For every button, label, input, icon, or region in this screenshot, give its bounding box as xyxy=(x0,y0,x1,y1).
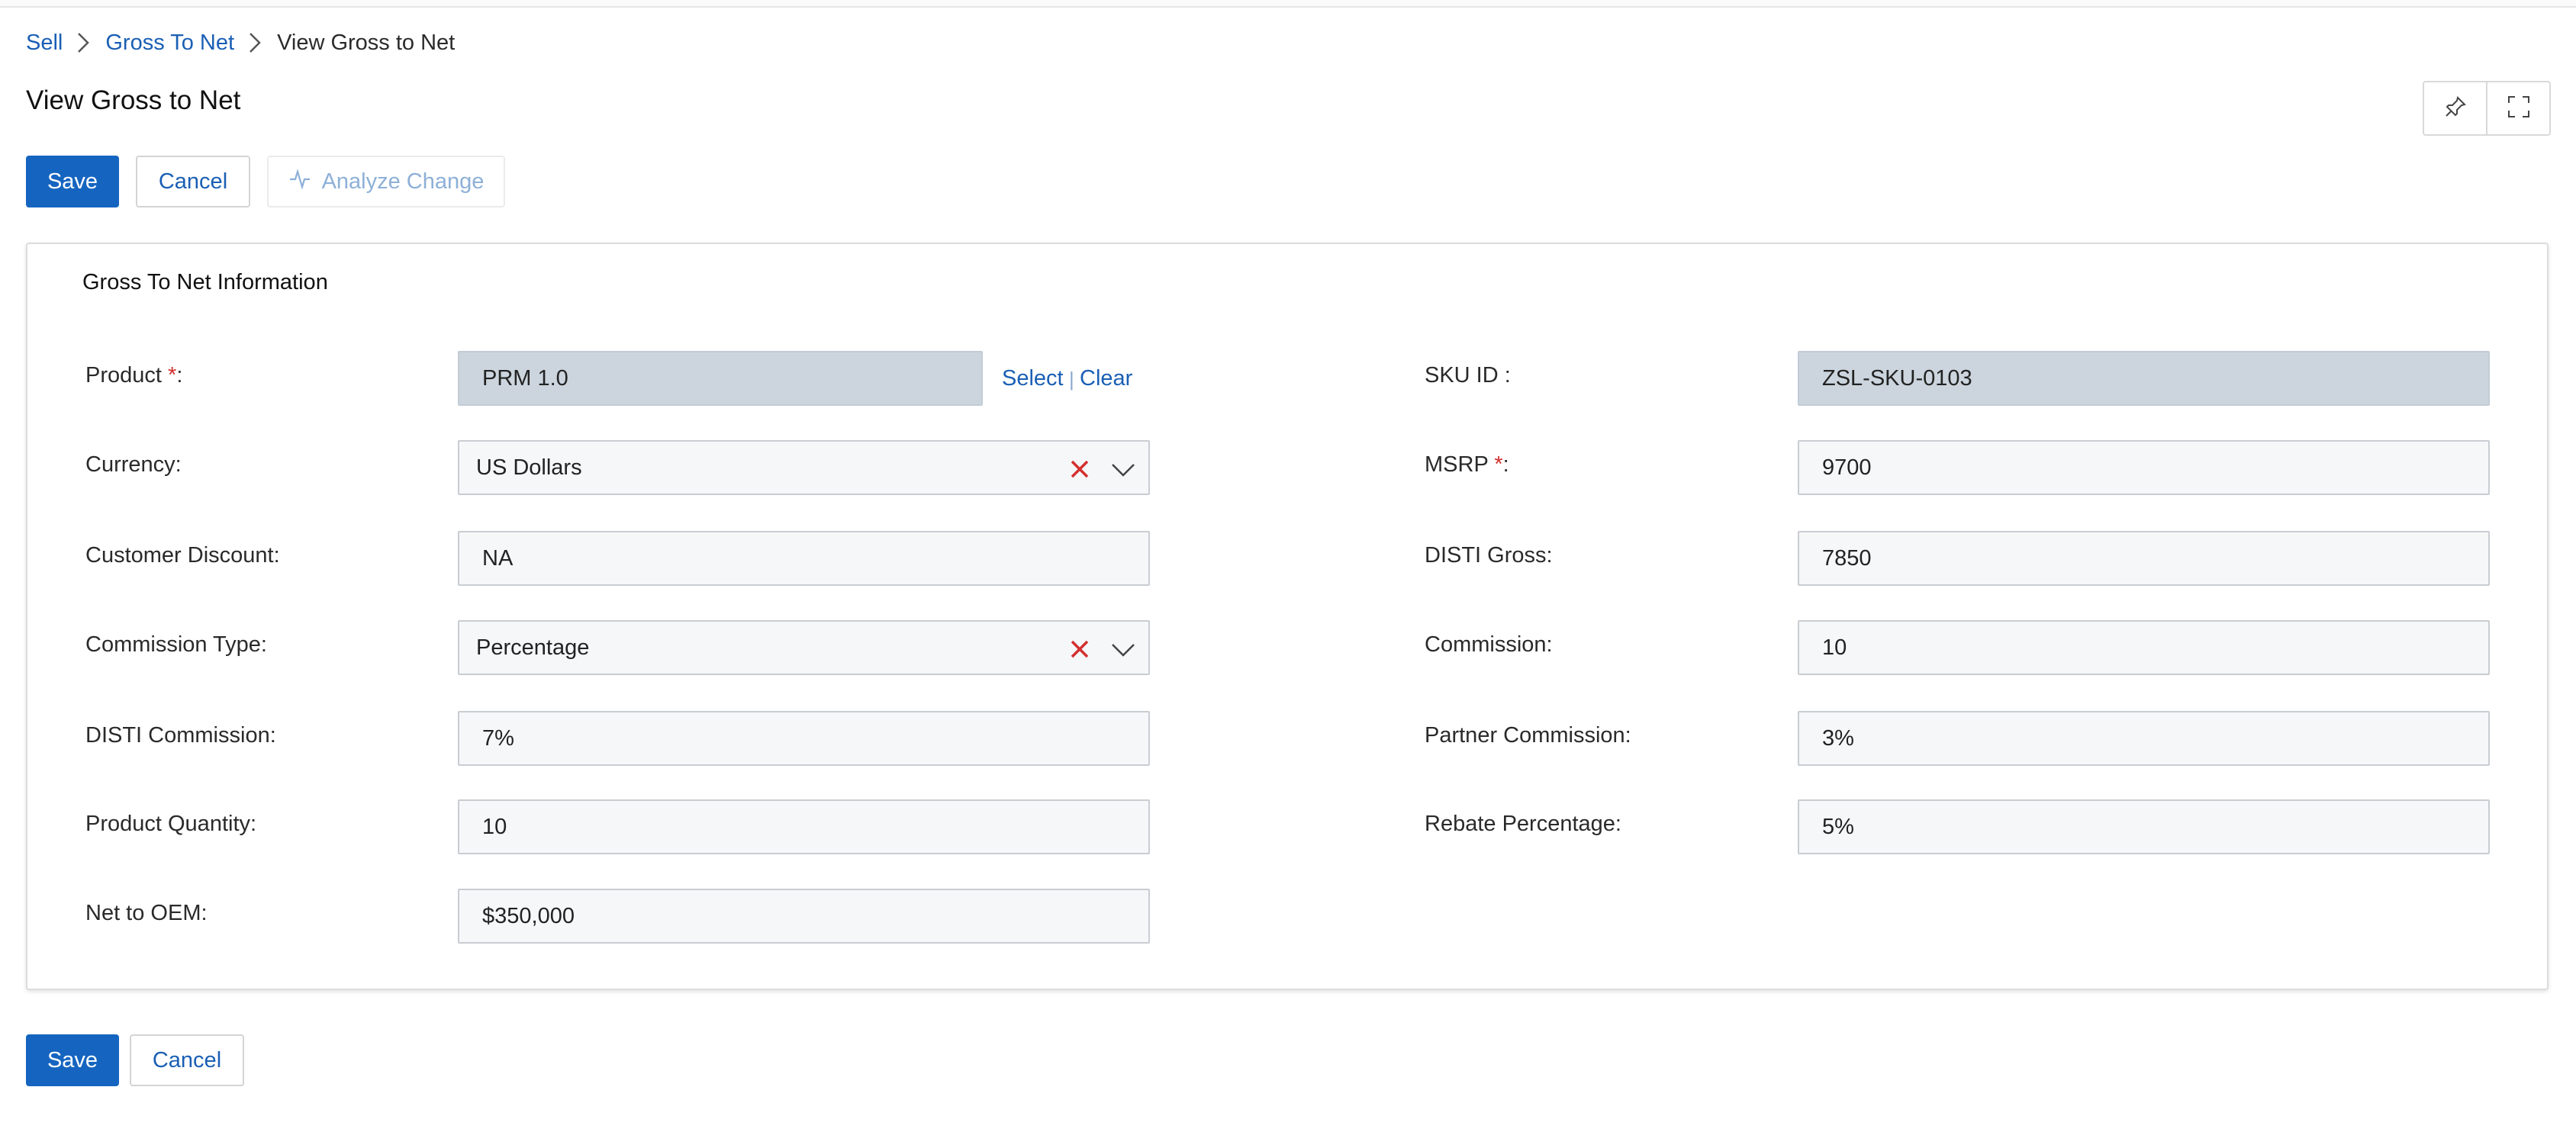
label-colon: : xyxy=(176,363,183,388)
customer-discount-field[interactable]: NA xyxy=(458,531,1150,586)
msrp-label-text: MSRP xyxy=(1425,452,1489,477)
commission-type-label: Commission Type: xyxy=(85,632,267,657)
sku-id-value: ZSL-SKU-0103 xyxy=(1822,365,1972,391)
section-title: Gross To Net Information xyxy=(82,270,328,294)
disti-gross-field[interactable]: 7850 xyxy=(1798,531,2490,586)
partner-commission-value: 3% xyxy=(1822,725,1854,751)
label-colon: : xyxy=(1502,452,1509,477)
analyze-change-button[interactable]: Analyze Change xyxy=(267,156,505,207)
disti-gross-value: 7850 xyxy=(1822,545,1872,571)
commission-field[interactable]: 10 xyxy=(1798,620,2490,675)
commission-type-select[interactable]: Percentage xyxy=(458,620,1150,675)
rebate-percentage-label: Rebate Percentage: xyxy=(1425,812,1621,836)
breadcrumb-link-sell[interactable]: Sell xyxy=(26,31,63,56)
footer-save-button[interactable]: Save xyxy=(26,1034,119,1086)
activity-icon xyxy=(288,167,322,196)
breadcrumb-current: View Gross to Net xyxy=(277,30,456,55)
commission-value: 10 xyxy=(1822,635,1847,660)
link-separator: | xyxy=(1069,368,1074,391)
customer-discount-value: NA xyxy=(482,545,514,571)
sku-id-label: SKU ID : xyxy=(1425,363,1511,388)
view-controls xyxy=(2423,81,2551,136)
disti-commission-field[interactable]: 7% xyxy=(458,711,1150,766)
currency-select[interactable]: US Dollars xyxy=(458,440,1150,495)
disti-commission-label: DISTI Commission: xyxy=(85,723,276,748)
analyze-change-label: Analyze Change xyxy=(321,169,485,194)
net-to-oem-label: Net to OEM: xyxy=(85,901,208,925)
required-mark: * xyxy=(1494,452,1503,477)
sku-id-field: ZSL-SKU-0103 xyxy=(1798,351,2490,406)
net-to-oem-value: $350,000 xyxy=(482,903,575,928)
cancel-button[interactable]: Cancel xyxy=(136,156,250,207)
product-label: Product *: xyxy=(85,363,182,388)
product-label-text: Product xyxy=(85,363,162,388)
product-value: PRM 1.0 xyxy=(482,365,568,391)
chevron-right-icon xyxy=(234,27,277,58)
pin-icon xyxy=(2443,95,2468,123)
top-border xyxy=(0,0,2576,8)
product-field: PRM 1.0 xyxy=(458,351,983,406)
page-title: View Gross to Net xyxy=(26,85,241,115)
pin-button[interactable] xyxy=(2424,82,2486,134)
net-to-oem-field[interactable]: $350,000 xyxy=(458,889,1150,944)
msrp-value: 9700 xyxy=(1822,455,1872,480)
rebate-percentage-field[interactable]: 5% xyxy=(1798,799,2490,854)
commission-type-value: Percentage xyxy=(476,635,590,660)
chevron-down-icon[interactable] xyxy=(1110,638,1136,666)
disti-gross-label: DISTI Gross: xyxy=(1425,543,1553,568)
product-select-link[interactable]: Select xyxy=(1002,366,1064,391)
product-clear-link[interactable]: Clear xyxy=(1080,366,1132,391)
currency-value: US Dollars xyxy=(476,455,582,480)
breadcrumb: Sell Gross To Net View Gross to Net xyxy=(26,27,455,58)
save-button[interactable]: Save xyxy=(26,156,119,207)
expand-icon xyxy=(2507,95,2531,123)
customer-discount-label: Customer Discount: xyxy=(85,543,280,568)
footer-cancel-button[interactable]: Cancel xyxy=(130,1034,244,1086)
clear-x-icon[interactable] xyxy=(1069,458,1090,486)
product-quantity-value: 10 xyxy=(482,814,507,839)
required-mark: * xyxy=(168,363,177,388)
chevron-down-icon[interactable] xyxy=(1110,458,1136,486)
rebate-percentage-value: 5% xyxy=(1822,814,1854,839)
msrp-field[interactable]: 9700 xyxy=(1798,440,2490,495)
clear-x-icon[interactable] xyxy=(1069,638,1090,666)
product-quantity-field[interactable]: 10 xyxy=(458,799,1150,854)
breadcrumb-link-gross-to-net[interactable]: Gross To Net xyxy=(105,31,234,56)
msrp-label: MSRP *: xyxy=(1425,452,1509,478)
commission-label: Commission: xyxy=(1425,632,1553,657)
disti-commission-value: 7% xyxy=(482,725,514,751)
product-quantity-label: Product Quantity: xyxy=(85,812,257,836)
partner-commission-field[interactable]: 3% xyxy=(1798,711,2490,766)
chevron-right-icon xyxy=(63,27,105,58)
expand-button[interactable] xyxy=(2486,82,2549,134)
currency-label: Currency: xyxy=(85,452,182,477)
partner-commission-label: Partner Commission: xyxy=(1425,723,1631,748)
